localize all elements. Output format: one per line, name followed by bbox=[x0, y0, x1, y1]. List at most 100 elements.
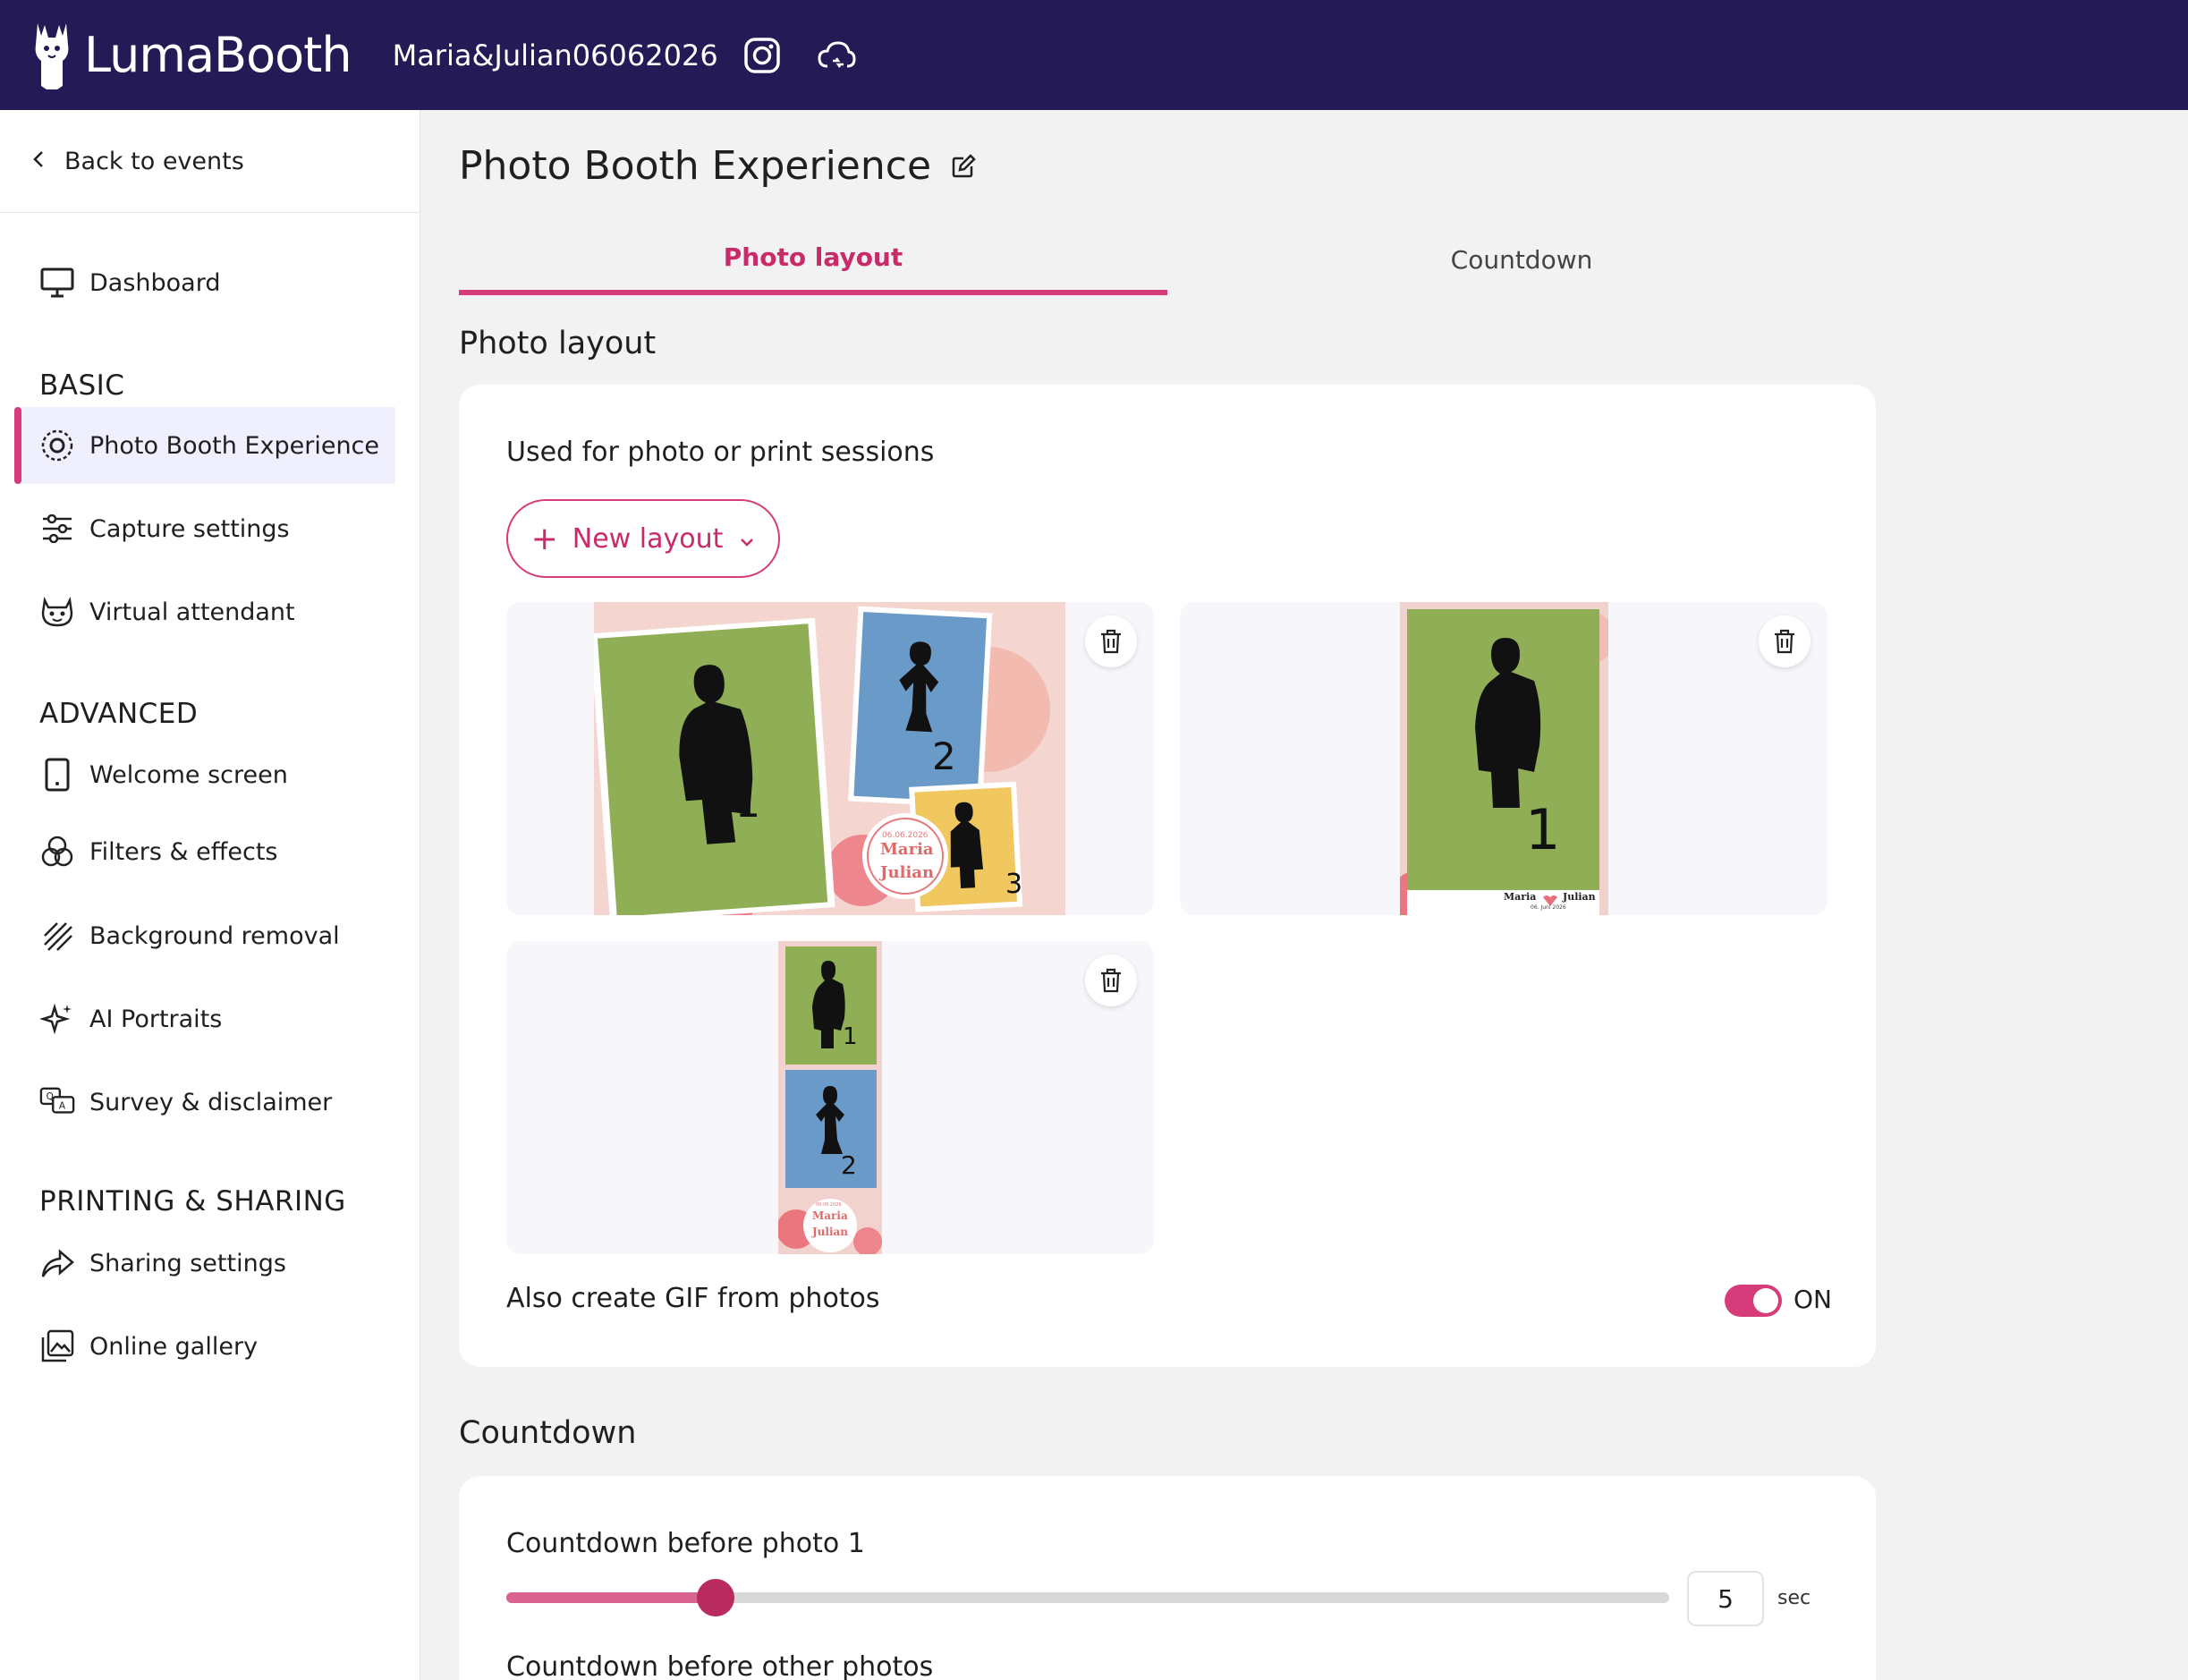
countdown-first-label: Countdown before photo 1 bbox=[506, 1528, 865, 1559]
svg-text:A: A bbox=[59, 1101, 66, 1112]
badge-name-2: Julian bbox=[812, 1226, 849, 1238]
layout-preview-art bbox=[589, 602, 1065, 915]
countdown-first-value-input[interactable]: 5 bbox=[1687, 1571, 1764, 1626]
sidebar-item-welcome-screen[interactable]: Welcome screen bbox=[14, 736, 395, 813]
sidebar-item-background-removal[interactable]: Background removal bbox=[14, 897, 395, 974]
page-title: Photo Booth Experience bbox=[459, 143, 976, 189]
delete-layout-button[interactable] bbox=[1085, 615, 1137, 667]
sliders-icon bbox=[39, 511, 75, 547]
back-to-events-link[interactable]: Back to events bbox=[0, 110, 420, 213]
gif-toggle[interactable] bbox=[1725, 1285, 1782, 1317]
logo-text: LumaBooth bbox=[84, 27, 352, 83]
photo-layout-subtitle: Used for photo or print sessions bbox=[506, 437, 935, 468]
trash-icon bbox=[1101, 629, 1121, 654]
gallery-icon bbox=[39, 1328, 75, 1364]
countdown-first-slider[interactable] bbox=[506, 1592, 1669, 1603]
instagram-icon[interactable] bbox=[743, 37, 781, 74]
sidebar-item-label: Dashboard bbox=[89, 268, 221, 297]
qa-chat-icon: QA bbox=[39, 1084, 75, 1120]
sidebar-item-label: Capture settings bbox=[89, 514, 290, 543]
edit-icon[interactable] bbox=[951, 143, 976, 189]
sidebar-item-capture-settings[interactable]: Capture settings bbox=[14, 490, 395, 567]
layout-preview-1: 1 2 3 06.06.2026 Maria Julian bbox=[589, 602, 1065, 915]
cloud-sync-icon[interactable] bbox=[817, 39, 856, 72]
gif-label: Also create GIF from photos bbox=[506, 1283, 880, 1314]
llama-face-icon bbox=[39, 594, 75, 630]
footer-name-2: Julian bbox=[1563, 891, 1596, 903]
slider-fill bbox=[506, 1592, 716, 1603]
hatch-lines-icon bbox=[39, 918, 75, 954]
layout-preview-3: 1 2 06.06.2026 Maria Julian bbox=[776, 941, 882, 1254]
event-name: Maria&Julian06062026 bbox=[392, 38, 718, 72]
countdown-other-label: Countdown before other photos bbox=[506, 1651, 934, 1680]
badge-name-1: Maria bbox=[812, 1209, 848, 1222]
photo-layout-heading: Photo layout bbox=[459, 326, 657, 361]
countdown-unit: sec bbox=[1777, 1587, 1811, 1609]
badge-date: 06.06.2026 bbox=[882, 831, 929, 840]
sparkles-icon bbox=[39, 1001, 75, 1037]
circles-filter-icon bbox=[39, 834, 75, 870]
plus-icon: + bbox=[530, 520, 558, 557]
photo-layout-card: Used for photo or print sessions + New l… bbox=[459, 385, 1876, 1367]
sidebar-item-label: AI Portraits bbox=[89, 1005, 223, 1033]
sidebar-item-virtual-attendant[interactable]: Virtual attendant bbox=[14, 573, 395, 650]
share-arrow-icon bbox=[39, 1245, 75, 1281]
badge-date: 06.06.2026 bbox=[816, 1202, 842, 1208]
frame-number-2: 2 bbox=[932, 734, 956, 778]
badge-name-2: Julian bbox=[880, 863, 935, 882]
footer-date: 06. Juni 2026 bbox=[1531, 904, 1566, 911]
new-layout-button[interactable]: + New layout bbox=[506, 499, 780, 578]
tab-countdown[interactable]: Countdown bbox=[1167, 224, 1876, 295]
camera-gear-icon bbox=[39, 428, 75, 463]
sidebar-item-label: Filters & effects bbox=[89, 837, 278, 866]
trash-icon bbox=[1101, 968, 1121, 993]
top-bar: LumaBooth Maria&Julian06062026 bbox=[0, 0, 2188, 110]
back-label: Back to events bbox=[64, 147, 244, 175]
slider-thumb[interactable] bbox=[697, 1579, 734, 1616]
gif-toggle-state: ON bbox=[1794, 1285, 1832, 1314]
tablet-icon bbox=[39, 757, 75, 793]
tab-bar: Photo layout Countdown bbox=[459, 224, 1877, 295]
sidebar-item-label: Photo Booth Experience bbox=[89, 431, 380, 460]
sidebar-item-dashboard[interactable]: Dashboard bbox=[14, 244, 395, 321]
sidebar-item-online-gallery[interactable]: Online gallery bbox=[14, 1308, 395, 1385]
delete-layout-button[interactable] bbox=[1759, 615, 1811, 667]
sidebar-item-label: Background removal bbox=[89, 921, 340, 950]
delete-layout-button[interactable] bbox=[1085, 955, 1137, 1006]
frame-number-1: 1 bbox=[1525, 797, 1561, 862]
frame-number-1: 1 bbox=[735, 781, 760, 827]
section-advanced: ADVANCED bbox=[39, 698, 199, 730]
section-basic: BASIC bbox=[39, 369, 125, 402]
tab-photo-layout[interactable]: Photo layout bbox=[459, 224, 1167, 295]
chevron-down-icon bbox=[739, 523, 755, 555]
sidebar-item-label: Virtual attendant bbox=[89, 598, 295, 626]
footer-name-1: Maria bbox=[1504, 891, 1537, 903]
sidebar-item-photo-booth-experience[interactable]: Photo Booth Experience bbox=[14, 407, 395, 484]
frame-number-2: 2 bbox=[841, 1150, 857, 1180]
monitor-icon bbox=[39, 265, 75, 301]
layout-preview-art bbox=[1391, 602, 1615, 915]
lumabooth-logo[interactable]: LumaBooth bbox=[32, 20, 352, 91]
sidebar-item-ai-portraits[interactable]: AI Portraits bbox=[14, 980, 395, 1057]
sidebar-item-survey-disclaimer[interactable]: QA Survey & disclaimer bbox=[14, 1064, 395, 1141]
countdown-heading: Countdown bbox=[459, 1415, 637, 1451]
layout-card-3[interactable]: 1 2 06.06.2026 Maria Julian bbox=[506, 941, 1154, 1254]
sidebar: Back to events Dashboard BASIC Photo Boo… bbox=[0, 110, 420, 1680]
sidebar-item-label: Welcome screen bbox=[89, 760, 288, 789]
sidebar-item-label: Sharing settings bbox=[89, 1249, 286, 1277]
frame-number-1: 1 bbox=[843, 1023, 858, 1050]
toggle-knob bbox=[1753, 1288, 1778, 1313]
badge-name-1: Maria bbox=[880, 840, 934, 859]
layout-card-2[interactable]: 1 Maria Julian 06. Juni 2026 bbox=[1180, 602, 1828, 915]
sidebar-item-sharing-settings[interactable]: Sharing settings bbox=[14, 1225, 395, 1302]
llama-logo-icon bbox=[35, 22, 69, 89]
trash-icon bbox=[1775, 629, 1794, 654]
sidebar-item-label: Survey & disclaimer bbox=[89, 1088, 333, 1116]
layout-card-1[interactable]: 1 2 3 06.06.2026 Maria Julian bbox=[506, 602, 1154, 915]
sidebar-item-label: Online gallery bbox=[89, 1332, 259, 1361]
layout-preview-2: 1 Maria Julian 06. Juni 2026 bbox=[1391, 602, 1615, 915]
new-layout-label: New layout bbox=[572, 522, 724, 555]
sidebar-item-filters-effects[interactable]: Filters & effects bbox=[14, 813, 395, 890]
frame-number-3: 3 bbox=[1005, 869, 1023, 900]
svg-text:Q: Q bbox=[47, 1091, 54, 1102]
